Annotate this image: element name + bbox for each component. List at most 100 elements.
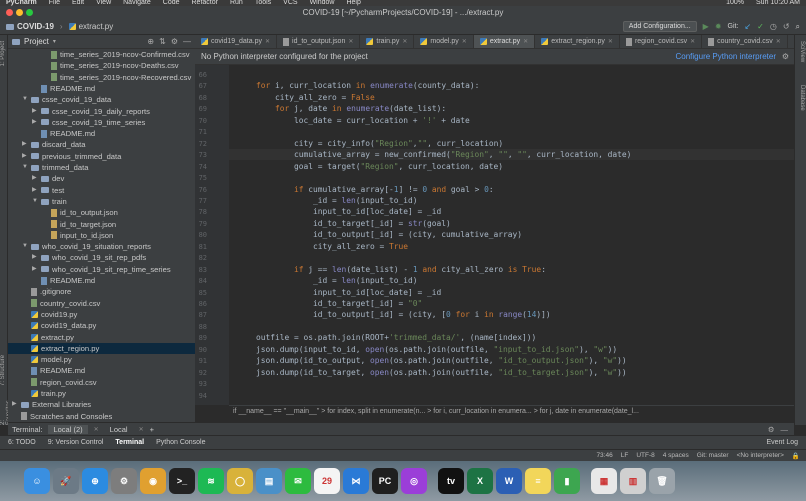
safari-icon[interactable]: ⊕ xyxy=(82,468,108,494)
tree-item[interactable]: region_covid.csv xyxy=(8,377,195,388)
structure-tool-label[interactable]: 7: Structure xyxy=(0,355,8,386)
git-update-icon[interactable]: ↙ xyxy=(744,22,751,31)
hide-terminal-icon[interactable]: — xyxy=(781,425,789,434)
tree-item[interactable]: ▶ csse_covid_19_daily_reports xyxy=(8,106,195,117)
tree-item[interactable]: time_series_2019-ncov-Recovered.csv xyxy=(8,72,195,83)
editor-tab[interactable]: extract.py ✕ xyxy=(473,35,536,48)
editor-tab[interactable]: model.py ✕ xyxy=(414,35,474,48)
circle-app-icon[interactable]: ◯ xyxy=(227,468,253,494)
word-icon[interactable]: W xyxy=(496,468,522,494)
expand-arrow-icon[interactable]: ▼ xyxy=(32,196,38,207)
file-encoding[interactable]: UTF-8 xyxy=(636,452,654,459)
code-line[interactable] xyxy=(229,378,794,389)
line-number[interactable]: 73 xyxy=(187,151,207,159)
close-tab-icon[interactable]: ✕ xyxy=(608,38,613,45)
tree-item[interactable]: id_to_output.json xyxy=(8,207,195,218)
code-line[interactable]: cumulative_array = new_confirmed("Region… xyxy=(229,149,794,161)
line-number[interactable]: 68 xyxy=(187,94,207,102)
line-number[interactable]: 91 xyxy=(187,357,207,365)
tree-item[interactable]: ▶ csse_covid_19_time_series xyxy=(8,117,195,128)
hide-panel-icon[interactable]: — xyxy=(183,37,191,46)
code-breadcrumbs[interactable]: if __name__ == "__main__" > for index, s… xyxy=(229,405,794,417)
line-number[interactable]: 84 xyxy=(187,277,207,285)
close-window-button[interactable] xyxy=(6,9,13,16)
tree-item[interactable]: country_covid.csv xyxy=(8,298,195,309)
event-log-button[interactable]: Event Log xyxy=(766,439,806,446)
minimize-window-button[interactable] xyxy=(16,9,23,16)
tree-item[interactable]: README.md xyxy=(8,365,195,376)
new-terminal-button[interactable]: + xyxy=(150,425,154,434)
tree-item[interactable]: ▶ discard_data xyxy=(8,139,195,150)
code-line[interactable]: for i, curr_location in enumerate(county… xyxy=(229,80,794,91)
spotify-icon[interactable]: ≋ xyxy=(198,468,224,494)
dropdown-chevron-icon[interactable]: ▾ xyxy=(53,38,56,45)
tree-item[interactable]: ▶ previous_trimmed_data xyxy=(8,151,195,162)
code-line[interactable] xyxy=(229,390,794,401)
line-number[interactable]: 87 xyxy=(187,311,207,319)
expand-arrow-icon[interactable]: ▶ xyxy=(32,185,38,196)
line-number[interactable]: 80 xyxy=(187,231,207,239)
terminal-tab-local[interactable]: Local xyxy=(105,425,133,434)
editor-tab[interactable]: id_to_output.json ✕ xyxy=(277,35,361,48)
expand-arrow-icon[interactable]: ▶ xyxy=(22,139,28,150)
line-number[interactable]: 78 xyxy=(187,208,207,216)
document-icon[interactable]: ▦ xyxy=(591,468,617,494)
screenshot-icon[interactable]: ▥ xyxy=(620,468,646,494)
line-number[interactable]: 76 xyxy=(187,186,207,194)
sciview-tool-label[interactable]: SciView xyxy=(797,41,805,62)
close-tab-icon[interactable]: ✕ xyxy=(139,426,144,433)
chrome-icon[interactable]: ◉ xyxy=(140,468,166,494)
wechat-icon[interactable]: ✉ xyxy=(285,468,311,494)
expand-arrow-icon[interactable]: ▼ xyxy=(22,162,28,173)
lock-icon[interactable]: 🔒 xyxy=(792,452,800,460)
favorites-tool-label[interactable]: 2: Favorites xyxy=(0,395,12,425)
code-line[interactable]: if cumulative_array[-1] != 0 and goal > … xyxy=(229,184,794,195)
tree-item[interactable]: input_to_id.json xyxy=(8,230,195,241)
expand-arrow-icon[interactable]: ▼ xyxy=(22,94,28,105)
settings-gear-icon[interactable]: ⚙ xyxy=(171,37,178,46)
code-line[interactable] xyxy=(229,252,794,263)
rollback-icon[interactable]: ↺ xyxy=(783,22,790,31)
tree-item[interactable]: .gitignore xyxy=(8,286,195,297)
tree-item[interactable]: README.md xyxy=(8,128,195,139)
launchpad-icon[interactable]: 🚀 xyxy=(53,468,79,494)
code-line[interactable]: id_to_target[_id] = str(goal) xyxy=(229,218,794,229)
tree-item[interactable]: ▼ trimmed_data xyxy=(8,162,195,173)
line-number[interactable]: 93 xyxy=(187,380,207,388)
code-line[interactable]: outfile = os.path.join(ROOT+'trimmed_dat… xyxy=(229,332,794,343)
editor-tab[interactable]: region_covid.csv ✕ xyxy=(620,35,703,48)
line-number[interactable]: 83 xyxy=(187,266,207,274)
notes-icon[interactable]: ≡ xyxy=(525,468,551,494)
tree-item[interactable]: ▶ test xyxy=(8,185,195,196)
line-number[interactable]: 92 xyxy=(187,369,207,377)
code-line[interactable] xyxy=(229,172,794,183)
code-line[interactable]: id_to_output[_id] = (city, cumulative_ar… xyxy=(229,229,794,240)
line-separator[interactable]: LF xyxy=(621,452,629,459)
expand-arrow-icon[interactable]: ▼ xyxy=(22,241,28,252)
tree-item[interactable]: model.py xyxy=(8,354,195,365)
code-line[interactable]: json.dump(id_to_target, open(os.path.joi… xyxy=(229,367,794,378)
collapse-all-icon[interactable]: ⇅ xyxy=(159,37,166,46)
trash-icon[interactable]: 🗑 xyxy=(649,468,675,494)
project-tool-label[interactable]: 1: Project xyxy=(0,41,8,66)
code-line[interactable]: _id = len(input_to_id) xyxy=(229,195,794,206)
code-editor[interactable]: for i, curr_location in enumerate(county… xyxy=(229,65,794,405)
code-line[interactable]: city_all_zero = True xyxy=(229,241,794,252)
locate-file-icon[interactable]: ⊕ xyxy=(147,37,154,46)
code-line[interactable]: loc_date = curr_location + '!' + date xyxy=(229,115,794,126)
search-everywhere-icon[interactable]: ⌕ xyxy=(796,22,800,32)
debug-icon[interactable]: ✹ xyxy=(715,22,722,31)
editor-tab[interactable]: covid19_data.py ✕ xyxy=(195,35,278,48)
tree-item[interactable]: ▼ train xyxy=(8,196,195,207)
expand-arrow-icon[interactable]: ▶ xyxy=(32,117,38,128)
line-number[interactable]: 89 xyxy=(187,334,207,342)
configure-interpreter-link[interactable]: Configure Python interpreter xyxy=(676,49,777,65)
editor-tab[interactable]: country_covid.csv ✕ xyxy=(702,35,788,48)
close-tab-icon[interactable]: ✕ xyxy=(462,38,467,45)
apple-tv-icon[interactable]: tv xyxy=(438,468,464,494)
excel-icon[interactable]: X xyxy=(467,468,493,494)
code-line[interactable] xyxy=(229,69,794,80)
run-icon[interactable]: ▶ xyxy=(703,22,709,31)
code-line[interactable]: if j == len(date_list) - 1 and city_all_… xyxy=(229,264,794,275)
line-number[interactable]: 69 xyxy=(187,105,207,113)
